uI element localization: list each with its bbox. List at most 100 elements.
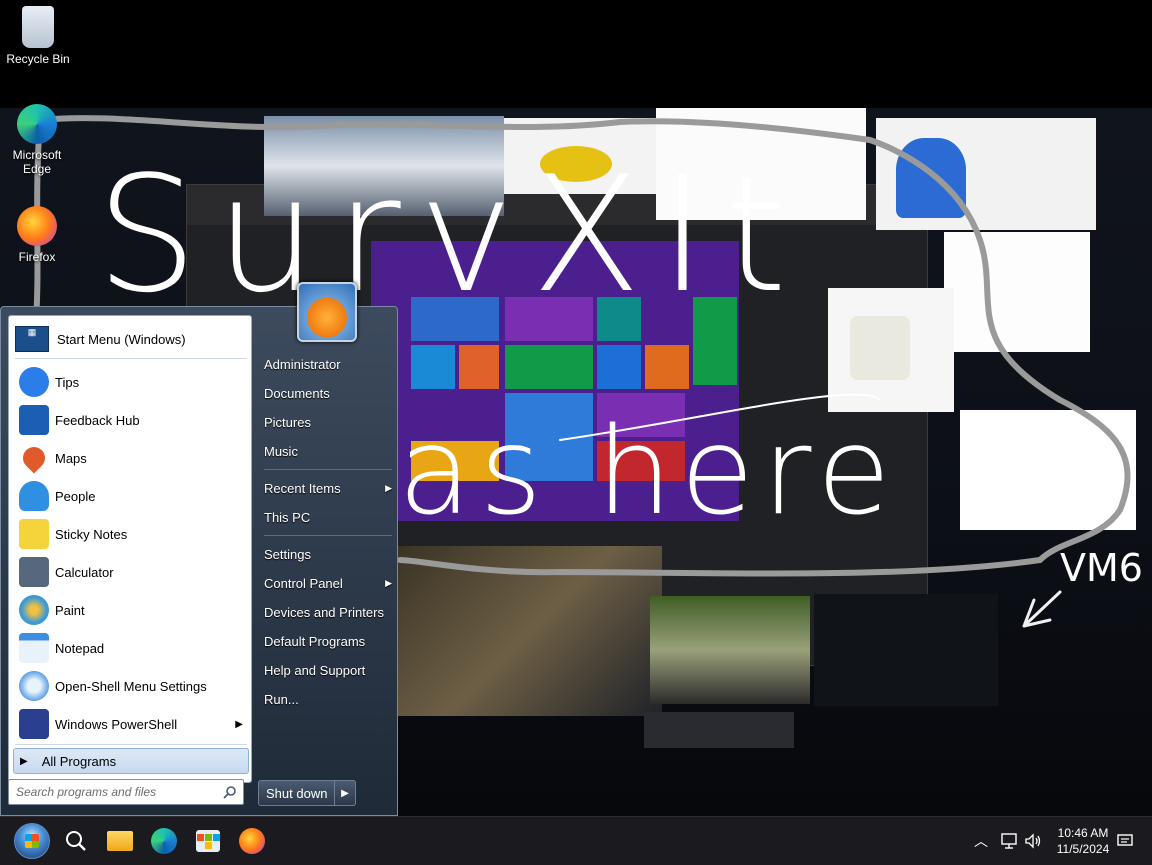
- program-label: Sticky Notes: [55, 526, 128, 542]
- menu-item-label: Control Panel: [264, 575, 343, 591]
- menu-item-music[interactable]: Music: [264, 438, 392, 464]
- program-maps[interactable]: Maps: [13, 440, 249, 476]
- menu-item-control-panel[interactable]: Control Panel ▶: [264, 570, 392, 596]
- shutdown-options-button[interactable]: ▶: [334, 780, 356, 806]
- menu-item-pictures[interactable]: Pictures: [264, 409, 392, 435]
- menu-item-this-pc[interactable]: This PC: [264, 504, 392, 530]
- taskbar-file-explorer[interactable]: [100, 821, 140, 861]
- taskbar: ︿ 10:46 AM 11/5/2024: [0, 816, 1152, 865]
- feedback-hub-icon: [19, 405, 49, 435]
- clock[interactable]: 10:46 AM 11/5/2024: [1050, 817, 1116, 865]
- open-shell-icon: [19, 671, 49, 701]
- volume-icon: [1025, 833, 1041, 849]
- pinned-label: Start Menu (Windows): [57, 331, 186, 347]
- maps-icon: [18, 442, 50, 474]
- menu-item-label: Default Programs: [264, 633, 366, 649]
- program-open-shell-settings[interactable]: Open-Shell Menu Settings: [13, 668, 249, 704]
- all-programs-label: All Programs: [41, 753, 117, 769]
- program-paint[interactable]: Paint: [13, 592, 249, 628]
- tips-icon: [19, 367, 49, 397]
- menu-item-run[interactable]: Run...: [264, 686, 392, 712]
- desktop-icon-label: Recycle Bin: [6, 52, 70, 66]
- submenu-arrow-icon: ▶: [235, 718, 243, 730]
- search-icon: [223, 786, 236, 799]
- program-windows-powershell[interactable]: Windows PowerShell ▶: [13, 706, 249, 742]
- all-programs-button[interactable]: ▶ All Programs: [13, 748, 249, 774]
- start-menu-icon: ▦: [15, 326, 49, 352]
- scribble-line1: SurvXIt: [96, 141, 805, 328]
- desktop-icon-edge[interactable]: Microsoft Edge: [2, 104, 72, 176]
- program-label: Notepad: [55, 640, 105, 656]
- menu-item-label: Music: [264, 443, 298, 459]
- firefox-icon: [239, 828, 265, 854]
- people-icon: [19, 481, 49, 511]
- program-label: Feedback Hub: [55, 412, 140, 428]
- menu-item-label: Devices and Printers: [264, 604, 384, 620]
- notifications-button[interactable]: [1116, 817, 1134, 865]
- folder-icon: [107, 831, 133, 851]
- program-label: Tips: [55, 374, 80, 390]
- divider: [264, 469, 392, 470]
- paint-icon: [19, 595, 49, 625]
- program-label: Maps: [55, 450, 87, 466]
- clock-time: 10:46 AM: [1057, 826, 1109, 840]
- divider: [15, 744, 247, 745]
- desktop-icon-label: Firefox: [18, 250, 56, 264]
- program-label: Windows PowerShell: [55, 716, 178, 732]
- edge-icon: [17, 104, 57, 144]
- scribble-line2: as here: [398, 403, 899, 542]
- divider: [264, 535, 392, 536]
- menu-item-devices-and-printers[interactable]: Devices and Printers: [264, 599, 392, 625]
- taskbar-firefox[interactable]: [232, 821, 272, 861]
- menu-item-help-and-support[interactable]: Help and Support: [264, 657, 392, 683]
- search-placeholder: Search programs and files: [16, 785, 157, 799]
- program-label: People: [55, 488, 96, 504]
- taskbar-store[interactable]: [188, 821, 228, 861]
- program-tips[interactable]: Tips: [13, 364, 249, 400]
- taskbar-search-button[interactable]: [56, 821, 96, 861]
- menu-item-settings[interactable]: Settings: [264, 541, 392, 567]
- program-label: Paint: [55, 602, 85, 618]
- menu-item-documents[interactable]: Documents: [264, 380, 392, 406]
- volume-button[interactable]: [1022, 817, 1044, 865]
- show-hidden-icons-button[interactable]: ︿: [970, 817, 992, 865]
- start-menu-places-pane: Administrator Documents Pictures Music R…: [256, 307, 398, 817]
- store-icon: [196, 830, 220, 852]
- firefox-icon: [17, 206, 57, 246]
- start-menu: ▦ Start Menu (Windows) Tips Feedback Hub…: [0, 306, 398, 816]
- chevron-up-icon: ︿: [974, 833, 988, 849]
- menu-item-label: This PC: [264, 509, 311, 525]
- program-sticky-notes[interactable]: Sticky Notes: [13, 516, 249, 552]
- taskbar-edge[interactable]: [144, 821, 184, 861]
- desktop-icon-firefox[interactable]: Firefox: [2, 206, 72, 264]
- expand-arrow-icon: ▶: [20, 755, 28, 767]
- menu-item-administrator[interactable]: Administrator: [264, 351, 392, 377]
- menu-item-label: Pictures: [264, 414, 311, 430]
- desktop-icon-recycle-bin[interactable]: Recycle Bin: [3, 6, 73, 66]
- program-people[interactable]: People: [13, 478, 249, 514]
- search-programs-input[interactable]: Search programs and files: [8, 779, 244, 805]
- menu-item-default-programs[interactable]: Default Programs: [264, 628, 392, 654]
- scribble-tag: VM6: [1060, 546, 1143, 590]
- menu-item-label: Run...: [264, 691, 299, 707]
- notification-icon: [1117, 834, 1133, 846]
- menu-item-label: Settings: [264, 546, 311, 562]
- menu-item-label: Administrator: [264, 356, 341, 372]
- chevron-right-icon: ▶: [341, 787, 349, 799]
- program-calculator[interactable]: Calculator: [13, 554, 249, 590]
- menu-item-label: Help and Support: [264, 662, 366, 678]
- powershell-icon: [19, 709, 49, 739]
- submenu-arrow-icon: ▶: [385, 482, 392, 493]
- menu-item-label: Documents: [264, 385, 330, 401]
- menu-item-recent-items[interactable]: Recent Items ▶: [264, 475, 392, 501]
- network-icon: [1001, 833, 1017, 849]
- program-notepad[interactable]: Notepad: [13, 630, 249, 666]
- pinned-start-menu-windows[interactable]: ▦ Start Menu (Windows): [15, 320, 247, 359]
- program-feedback-hub[interactable]: Feedback Hub: [13, 402, 249, 438]
- start-button[interactable]: [12, 821, 52, 861]
- submenu-arrow-icon: ▶: [385, 577, 392, 588]
- program-label: Calculator: [55, 564, 114, 580]
- edge-icon: [151, 828, 177, 854]
- network-button[interactable]: [998, 817, 1020, 865]
- user-picture[interactable]: [297, 282, 357, 342]
